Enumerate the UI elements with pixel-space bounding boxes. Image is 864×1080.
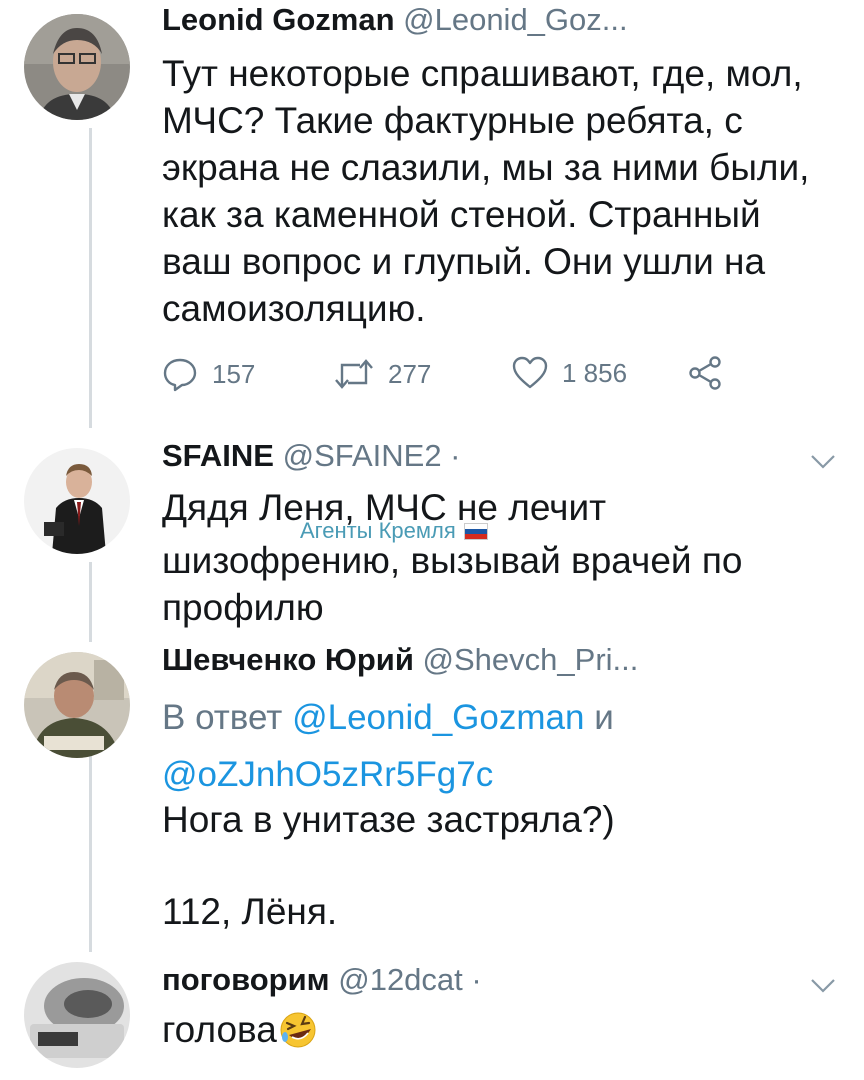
tweet-text: 112, Лёня. [162, 888, 337, 935]
tweet-text-line: 112, Лёня. [162, 891, 338, 932]
tweet-actions: 157 277 1 856 [162, 356, 722, 396]
mention-link[interactable]: @oZJnhO5zRr5Fg7c [162, 755, 493, 794]
tweet-text-line: самоизоляцию. [162, 288, 426, 329]
tweet-text-line: Нога в унитазе застряла?) [162, 799, 615, 840]
like-button[interactable]: 1 856 [512, 356, 627, 390]
share-button[interactable] [688, 356, 736, 390]
mention-link[interactable]: @Leonid_Gozman [292, 698, 584, 737]
tweet-text-line: экрана не слазили, мы за ними были, [162, 147, 810, 188]
author-name[interactable]: SFAINE [162, 438, 274, 473]
reply-and: и [594, 698, 614, 737]
tweet-text-line: голова [162, 1009, 277, 1050]
author-handle[interactable]: @SFAINE2 · [283, 438, 461, 473]
retweet-button[interactable]: 277 [334, 356, 431, 392]
tweet-text: Тут некоторые спрашивают, где, мол, МЧС?… [162, 50, 809, 332]
author-name[interactable]: Leonid Gozman [162, 2, 395, 37]
tweet-text: Дядя Леня, МЧС не лечит шизофрению, вызы… [162, 484, 742, 631]
reply-count: 157 [212, 358, 256, 389]
author-handle[interactable]: @12dcat · [338, 962, 481, 997]
tweet-text-line: ваш вопрос и глупый. Они ушли на [162, 241, 766, 282]
tweet-text-line: профилю [162, 587, 324, 628]
avatar[interactable] [24, 448, 130, 554]
reply-prefix: В ответ [162, 698, 283, 737]
tweet-text: голова [162, 1006, 317, 1053]
watermark: Агенты Кремля [300, 518, 488, 544]
avatar[interactable] [24, 962, 130, 1068]
author-name[interactable]: поговорим [162, 962, 330, 997]
like-count: 1 856 [562, 357, 628, 388]
author-handle[interactable]: @Leonid_Goz... [403, 2, 628, 37]
tweet-header: поговорим @12dcat · [162, 962, 482, 998]
thread-line [89, 752, 92, 952]
avatar[interactable] [24, 14, 130, 120]
retweet-count: 277 [388, 358, 432, 389]
tweet-text-line: шизофрению, вызывай врачей по [162, 540, 743, 581]
reply-context: В ответ @Leonid_Gozman и @oZJnhO5zRr5Fg7… [162, 694, 614, 798]
author-handle[interactable]: @Shevch_Pri... [423, 642, 639, 677]
author-name[interactable]: Шевченко Юрий [162, 642, 414, 677]
tweet-header: Шевченко Юрий @Shevch_Pri... [162, 642, 638, 678]
tweet-text: Нога в унитазе застряла?) [162, 796, 615, 843]
thread-line [89, 128, 92, 428]
chevron-down-icon[interactable] [808, 452, 838, 472]
reply-button[interactable]: 157 [162, 356, 255, 392]
thread-line [89, 562, 92, 642]
watermark-text: Агенты Кремля [300, 518, 456, 543]
retweet-icon [335, 359, 373, 389]
rolling-on-floor-laughing-emoji [280, 1012, 316, 1047]
heart-icon [512, 356, 548, 389]
reply-icon [163, 358, 197, 392]
tweet-text-line: как за каменной стеной. Странный [162, 194, 761, 235]
tweet-text-line: МЧС? Такие фактурные ребята, с [162, 100, 743, 141]
tweet-text-line: Тут некоторые спрашивают, где, мол, [162, 53, 803, 94]
tweet-header: Leonid Gozman @Leonid_Goz... [162, 2, 628, 38]
chevron-down-icon[interactable] [808, 976, 838, 996]
share-icon [689, 356, 721, 390]
tweet-header: SFAINE @SFAINE2 · [162, 438, 461, 474]
russian-flag-icon [463, 522, 488, 540]
avatar[interactable] [24, 652, 130, 758]
